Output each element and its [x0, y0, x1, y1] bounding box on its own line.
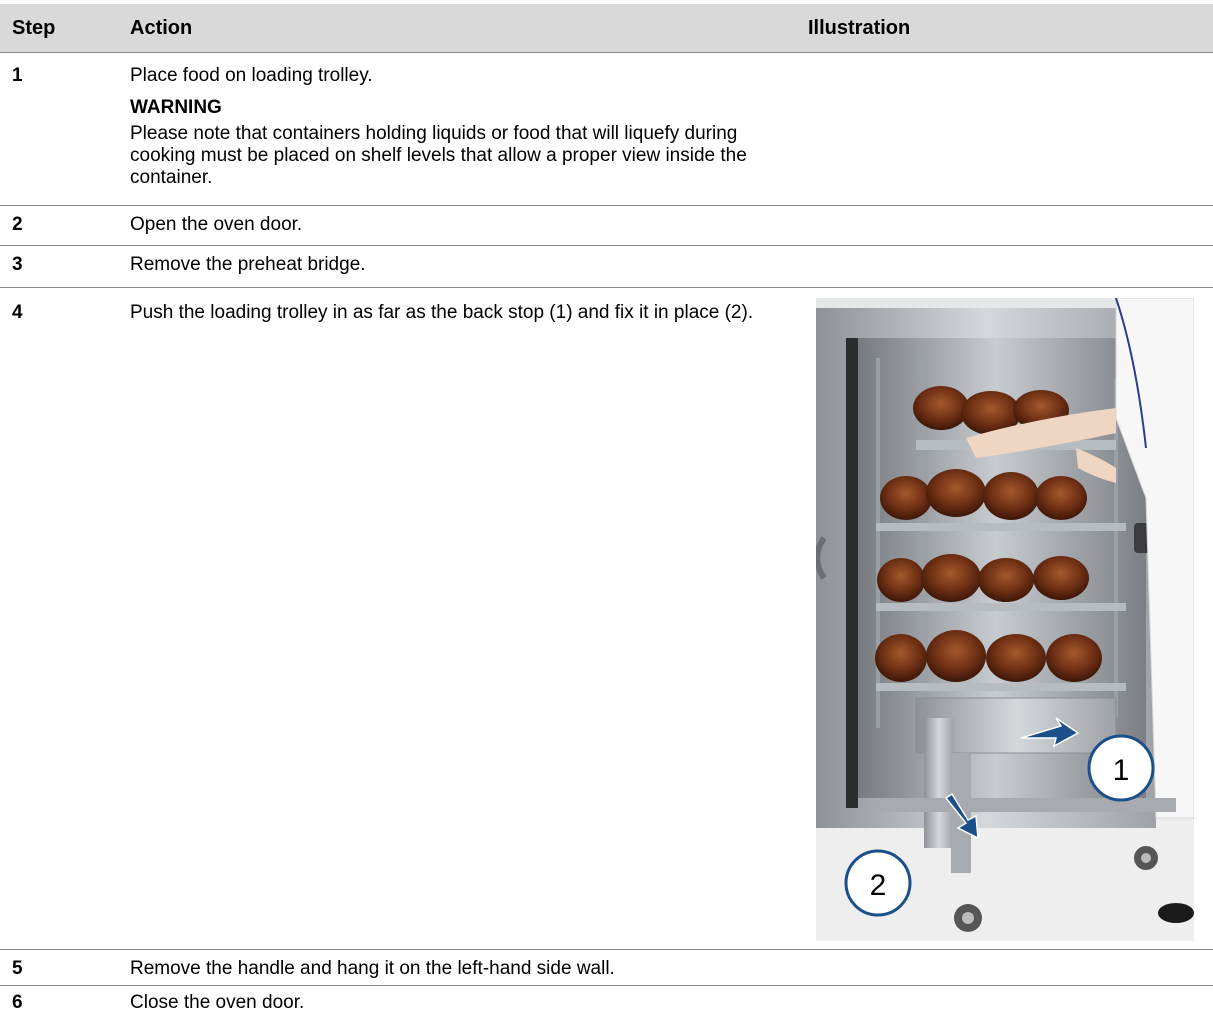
table-row: 2 Open the oven door. — [0, 205, 1213, 245]
step-number: 5 — [12, 958, 23, 979]
action-text: Open the oven door. — [130, 214, 303, 235]
table-row: 1 Place food on loading trolley. WARNING… — [0, 52, 1213, 205]
step-number: 2 — [12, 214, 23, 235]
oven-trolley-photo: 1 2 — [816, 298, 1194, 941]
header-step: Step — [12, 17, 56, 39]
action-text: Push the loading trolley in as far as th… — [130, 302, 754, 323]
warning-title: WARNING — [130, 97, 222, 118]
table-header: Step Action Illustration — [0, 4, 1213, 52]
callout-2: 2 — [844, 849, 912, 917]
step-number: 1 — [12, 65, 23, 86]
callout-2-label: 2 — [870, 869, 887, 902]
callout-1-label: 1 — [1113, 754, 1130, 787]
table-row: 5 Remove the handle and hang it on the l… — [0, 949, 1213, 985]
header-illustration: Illustration — [808, 17, 911, 39]
action-text: Remove the handle and hang it on the lef… — [130, 958, 615, 979]
action-text: Remove the preheat bridge. — [130, 254, 366, 275]
table-row: 6 Close the oven door. — [0, 985, 1213, 1021]
step-action: Place food on loading trolley. WARNING P… — [130, 65, 790, 189]
step-number: 3 — [12, 254, 23, 275]
step-number: 6 — [12, 992, 23, 1013]
table-row: 3 Remove the preheat bridge. — [0, 245, 1213, 287]
header-action: Action — [130, 17, 193, 39]
action-text: Place food on loading trolley. — [130, 65, 373, 86]
action-text: Close the oven door. — [130, 992, 305, 1013]
step-number: 4 — [12, 302, 23, 323]
warning-text: Please note that containers holding liqu… — [130, 123, 747, 188]
callout-1: 1 — [1087, 734, 1155, 802]
